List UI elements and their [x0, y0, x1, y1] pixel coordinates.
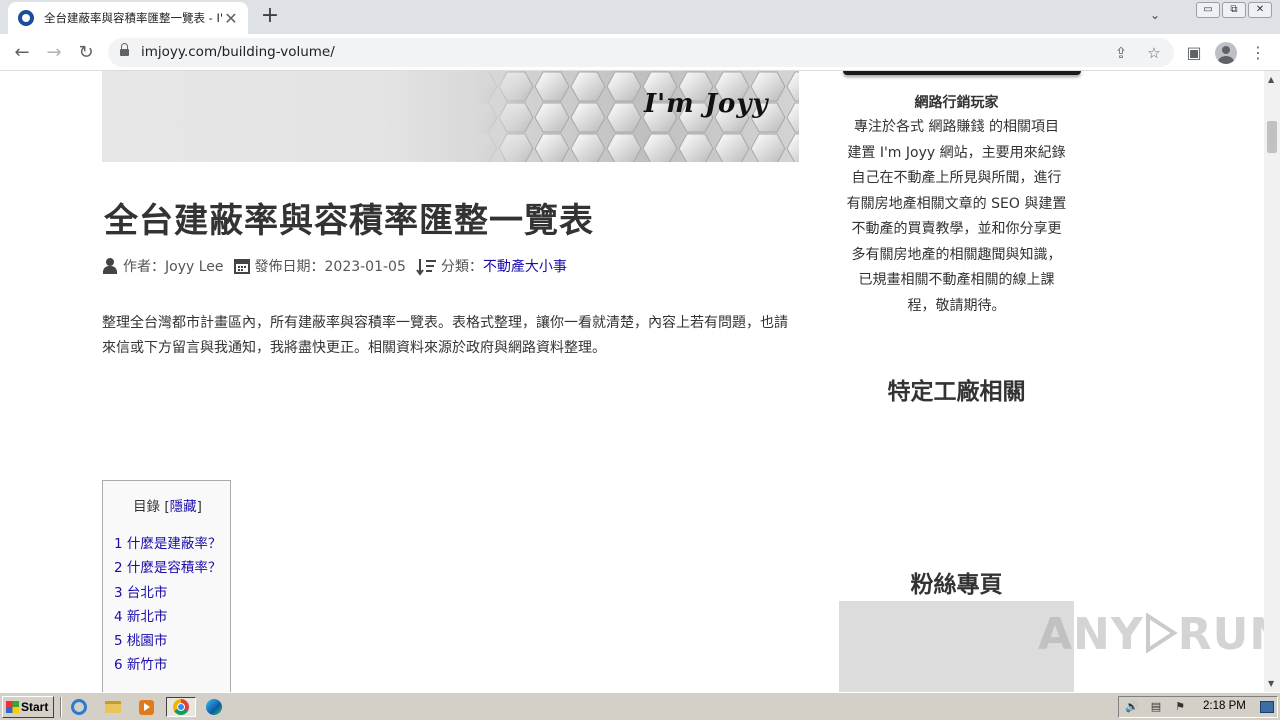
side-panel-icon[interactable]: ▣	[1181, 40, 1207, 66]
site-favicon-icon	[18, 10, 34, 26]
browser-menu-icon[interactable]: ⋮	[1245, 40, 1271, 66]
calendar-icon	[233, 258, 250, 274]
intro-paragraph: 整理全台灣都市計畫區內，所有建蔽率與容積率一覽表。表格式整理，讓你一看就清楚，內…	[102, 315, 788, 356]
lock-icon[interactable]	[120, 43, 129, 58]
action-center-flag-icon[interactable]: ⚑	[1173, 700, 1187, 714]
chrome-taskbar-button[interactable]	[166, 697, 196, 717]
bio-line: 不動產的買賣教學，並和你分享更	[851, 221, 1062, 237]
toc-hide-toggle[interactable]: 隱藏	[170, 499, 197, 515]
start-button[interactable]: Start	[2, 696, 54, 718]
reload-icon[interactable]: ↻	[73, 40, 99, 66]
page-viewport: I'm Joyy 全台建蔽率與容積率匯整一覽表 作者：Joyy Lee 發佈日期…	[0, 71, 1264, 692]
url-text[interactable]: imjoyy.com/building-volume/	[141, 44, 335, 60]
chrome-icon	[173, 699, 189, 715]
table-of-contents: 目錄 [隱藏] 1 什麼是建蔽率？ 2 什麼是容積率？ 3 台北市 4 新北市 …	[102, 480, 231, 692]
author-avatar-bottom-edge	[843, 71, 1081, 75]
tab-title: 全台建蔽率與容積率匯整一覽表 - I'm	[44, 11, 222, 25]
minimize-button[interactable]: ▭	[1196, 2, 1220, 18]
sidebar-author-bio: 專注於各式 網路賺錢 的相關項目 建置 I'm Joyy 網站，主要用來紀錄 自…	[839, 115, 1074, 319]
watermark-right: RUN	[1177, 609, 1264, 660]
volume-icon[interactable]: 🔊	[1125, 700, 1139, 714]
bio-line: 建置 I'm Joyy 網站，主要用來紀錄	[847, 144, 1066, 161]
sidebar-heading-fans: 粉絲專頁	[910, 572, 1003, 598]
window-controls: ▭ ⧉ ✕	[1196, 2, 1272, 18]
bio-line: 有關房地產相關文章的 SEO 與建置	[846, 195, 1067, 212]
media-player-icon[interactable]	[135, 697, 157, 717]
forward-arrow-icon[interactable]: →	[41, 40, 67, 66]
scroll-thumb[interactable]	[1267, 121, 1277, 153]
anyrun-watermark: ANY RUN	[1038, 609, 1264, 660]
bookmark-star-icon[interactable]: ☆	[1143, 42, 1165, 64]
toc-item[interactable]: 4 新北市	[114, 605, 167, 625]
network-icon[interactable]: ▤	[1149, 700, 1163, 714]
scroll-up-arrow-icon[interactable]: ▲	[1268, 75, 1274, 84]
toc-item[interactable]: 6 新竹市	[114, 653, 167, 673]
bio-line: 多有關房地產的相關趣聞與知識，	[851, 246, 1062, 263]
windows-logo-icon	[6, 701, 19, 713]
toc-title: 目錄	[133, 499, 161, 515]
play-logo-icon	[1145, 613, 1178, 653]
system-tray: 🔊 ▤ ⚑ 2:18 PM	[1118, 696, 1278, 718]
sidebar-heading-factory: 特定工廠相關	[887, 379, 1026, 405]
bio-line: 專注於各式 網路賺錢 的相關項目	[854, 119, 1059, 135]
sort-amount-down-icon	[416, 258, 436, 276]
browser-tab-active[interactable]: 全台建蔽率與容積率匯整一覽表 - I'm ✕	[8, 2, 248, 34]
scroll-down-arrow-icon[interactable]: ▼	[1268, 679, 1274, 688]
taskbar-clock[interactable]: 2:18 PM	[1203, 700, 1246, 712]
start-label: Start	[21, 700, 49, 714]
toc-item[interactable]: 1 什麼是建蔽率？	[114, 532, 221, 552]
user-icon	[102, 258, 118, 274]
file-explorer-icon[interactable]	[102, 697, 124, 717]
page-scrollbar[interactable]: ▲ ▼	[1264, 71, 1280, 692]
share-icon[interactable]: ⇪	[1110, 42, 1132, 64]
site-logo-text: I'm Joyy	[644, 89, 769, 119]
toc-bracket-close: ]	[196, 499, 202, 515]
new-tab-button[interactable]: +	[258, 5, 282, 29]
profile-button[interactable]	[1213, 40, 1239, 66]
post-category-label: 分類：	[440, 259, 483, 275]
back-arrow-icon[interactable]: ←	[9, 40, 35, 66]
toc-item[interactable]: 5 桃園市	[114, 629, 167, 649]
browser-toolbar: ← → ↻ imjoyy.com/building-volume/ ⇪ ☆ ▣ …	[0, 34, 1280, 71]
toc-header: 目錄 [隱藏]	[103, 495, 232, 515]
toc-item[interactable]: 3 台北市	[114, 581, 167, 601]
toc-item[interactable]: 2 什麼是容積率？	[114, 556, 221, 576]
show-desktop-icon[interactable]	[1260, 701, 1274, 713]
profile-avatar-icon	[1215, 42, 1237, 64]
bio-line: 程，敬請期待。	[907, 297, 1006, 314]
post-author: 作者：Joyy Lee	[123, 259, 224, 275]
address-bar[interactable]: imjoyy.com/building-volume/ ⇪ ☆	[108, 38, 1174, 67]
post-category-link[interactable]: 不動產大小事	[483, 256, 567, 276]
sidebar-author-name: 網路行銷玩家	[914, 95, 999, 111]
page-title: 全台建蔽率與容積率匯整一覽表	[104, 201, 594, 241]
bio-line: 自己在不動產上所見與所聞，進行	[851, 170, 1062, 186]
post-meta: 作者：Joyy Lee 發佈日期：2023-01-05 分類： 不動產大小事	[102, 255, 567, 277]
site-header-banner[interactable]: I'm Joyy	[102, 71, 799, 162]
post-date: 發佈日期：2023-01-05	[254, 259, 406, 275]
taskbar-separator	[60, 697, 62, 717]
tab-search-chevron-down-icon[interactable]: ⌄	[1150, 8, 1160, 22]
browser-tab-strip: 全台建蔽率與容積率匯整一覽表 - I'm ✕ + ⌄ ▭ ⧉ ✕	[0, 0, 1280, 34]
close-tab-icon[interactable]: ✕	[222, 9, 240, 28]
windows-taskbar: Start 🔊 ▤ ⚑ 2:18 PM	[0, 692, 1280, 720]
close-window-button[interactable]: ✕	[1248, 2, 1272, 18]
restore-button[interactable]: ⧉	[1222, 2, 1246, 18]
edge-icon[interactable]	[203, 697, 225, 717]
bio-line: 已規畫相關不動產相關的線上課	[858, 272, 1055, 288]
internet-explorer-icon[interactable]	[68, 697, 90, 717]
watermark-left: ANY	[1038, 609, 1144, 660]
